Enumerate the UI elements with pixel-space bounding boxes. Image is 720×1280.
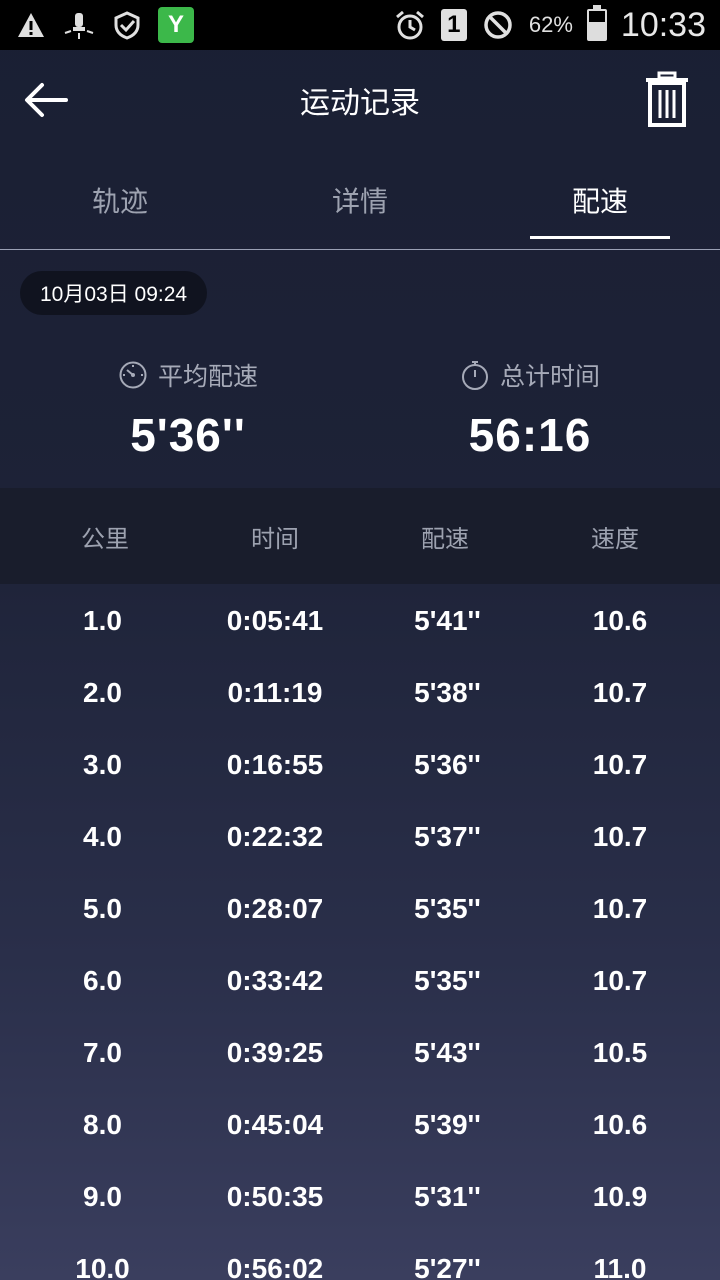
- cell-time: 0:50:35: [226, 1181, 324, 1212]
- cell-km: 5.0: [83, 893, 122, 924]
- cell-km: 2.0: [83, 677, 122, 708]
- cell-pace: 5'27'': [414, 1253, 481, 1280]
- cell-km: 6.0: [83, 965, 122, 996]
- cell-speed: 10.7: [592, 749, 648, 780]
- cell-speed: 10.9: [592, 1181, 648, 1212]
- table-row: 4.0 0:22:32 5'37'' 10.7: [0, 801, 720, 873]
- total-time-value: 56:16: [468, 409, 592, 461]
- total-time-label-row: 总计时间: [350, 350, 710, 400]
- cell-km: 1.0: [83, 605, 122, 636]
- page-title: 运动记录: [300, 86, 420, 121]
- trash-icon: [646, 71, 688, 127]
- arrow-left-icon: [25, 83, 68, 117]
- cell-speed: 10.7: [592, 893, 648, 924]
- cell-speed: 10.6: [592, 605, 648, 636]
- back-button[interactable]: [20, 76, 72, 124]
- total-time-block: 总计时间 56:16: [350, 350, 710, 462]
- date-badge: 10月03日 09:24: [20, 271, 208, 315]
- table-row: 7.0 0:39:25 5'43'' 10.5: [0, 1017, 720, 1089]
- cell-pace: 5'41'': [414, 605, 481, 636]
- cell-time: 0:56:02: [226, 1253, 324, 1280]
- cell-km: 9.0: [83, 1181, 122, 1212]
- table-row: 2.0 0:11:19 5'38'' 10.7: [0, 657, 720, 729]
- table-row: 5.0 0:28:07 5'35'' 10.7: [0, 873, 720, 945]
- table-row: 10.0 0:56:02 5'27'' 11.0: [0, 1233, 720, 1280]
- status-bar-left: Y: [14, 7, 194, 43]
- total-time-label: 总计时间: [499, 362, 600, 391]
- cell-pace: 5'37'': [414, 821, 481, 852]
- cell-pace: 5'36'': [414, 749, 481, 780]
- status-bar: Y 1 62% 10:33: [0, 0, 720, 50]
- sim-icon: 1: [440, 9, 467, 41]
- cell-speed: 10.7: [592, 965, 648, 996]
- avg-pace-block: 平均配速 5'36'': [8, 350, 368, 462]
- cell-km: 7.0: [83, 1037, 122, 1068]
- split-table: 1.0 0:05:41 5'41'' 10.6 2.0 0:11:19 5'38…: [0, 585, 720, 1280]
- tab-details[interactable]: 详情: [240, 150, 480, 249]
- cell-speed: 10.7: [592, 821, 648, 852]
- tab-track[interactable]: 轨迹: [0, 150, 240, 249]
- cell-pace: 5'43'': [414, 1037, 481, 1068]
- table-row: 9.0 0:50:35 5'31'' 10.9: [0, 1161, 720, 1233]
- no-disturb-icon: [481, 8, 515, 42]
- table-row: 1.0 0:05:41 5'41'' 10.6: [0, 585, 720, 657]
- cell-time: 0:28:07: [226, 893, 324, 924]
- cell-pace: 5'31'': [414, 1181, 481, 1212]
- cell-speed: 10.6: [592, 1109, 648, 1140]
- tab-pace[interactable]: 配速: [480, 150, 720, 249]
- column-header-time: 时间: [251, 524, 299, 553]
- warning-icon: [14, 8, 48, 42]
- table-row: 6.0 0:33:42 5'35'' 10.7: [0, 945, 720, 1017]
- cell-time: 0:16:55: [226, 749, 324, 780]
- summary: 平均配速 5'36'' 总计时间 56:16: [0, 350, 720, 480]
- avg-pace-value: 5'36'': [130, 409, 246, 461]
- avg-pace-label-row: 平均配速: [8, 350, 368, 400]
- battery-percent: 62%: [528, 12, 573, 37]
- tab-bar: 轨迹 详情 配速: [0, 150, 720, 250]
- column-header-pace: 配速: [421, 524, 469, 553]
- cell-km: 10.0: [75, 1253, 130, 1280]
- cell-speed: 11.0: [593, 1253, 647, 1280]
- cell-km: 4.0: [83, 821, 122, 852]
- cell-speed: 10.7: [592, 677, 648, 708]
- table-header: 公里 时间 配速 速度: [0, 488, 720, 584]
- cell-time: 0:45:04: [226, 1109, 324, 1140]
- app-badge-icon: Y: [158, 7, 194, 43]
- cell-km: 3.0: [83, 749, 122, 780]
- cell-time: 0:11:19: [227, 677, 323, 708]
- cell-time: 0:05:41: [226, 605, 324, 636]
- cell-pace: 5'39'': [414, 1109, 481, 1140]
- cell-speed: 10.5: [592, 1037, 648, 1068]
- shield-icon: [110, 8, 144, 42]
- cell-time: 0:39:25: [226, 1037, 324, 1068]
- alarm-icon: [393, 8, 427, 42]
- stopwatch-icon: [461, 361, 488, 390]
- column-header-speed: 速度: [591, 524, 639, 553]
- cell-pace: 5'38'': [414, 677, 481, 708]
- cell-pace: 5'35'': [414, 965, 481, 996]
- avg-pace-label: 平均配速: [157, 362, 258, 391]
- table-row: 3.0 0:16:55 5'36'' 10.7: [0, 729, 720, 801]
- bulb-icon: [62, 8, 96, 42]
- status-bar-right: 1 62% 10:33: [393, 5, 706, 45]
- cell-time: 0:22:32: [226, 821, 324, 852]
- battery-fill: [588, 21, 605, 39]
- cell-time: 0:33:42: [226, 965, 324, 996]
- clock: 10:33: [620, 5, 706, 44]
- battery-icon: [586, 5, 607, 41]
- speedometer-icon: [119, 361, 147, 389]
- cell-km: 8.0: [83, 1109, 122, 1140]
- table-row: 8.0 0:45:04 5'39'' 10.6: [0, 1089, 720, 1161]
- delete-button[interactable]: [642, 70, 692, 130]
- cell-pace: 5'35'': [414, 893, 481, 924]
- app-header: 运动记录: [0, 50, 720, 150]
- column-header-km: 公里: [81, 524, 129, 553]
